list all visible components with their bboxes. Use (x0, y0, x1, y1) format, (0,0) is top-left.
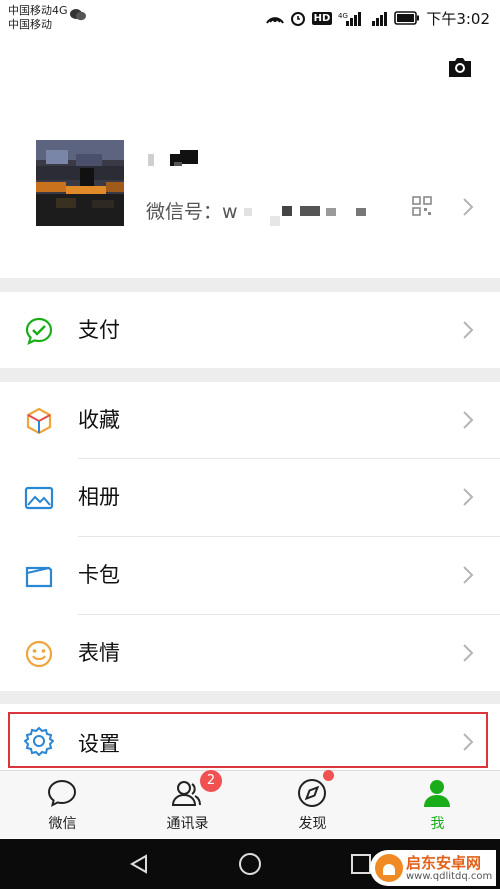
status-bar: 中国移动4G 中国移动 HD 4G 下午3:02 (0, 0, 500, 36)
menu-row-album[interactable]: 相册 (0, 459, 500, 535)
clock-time: 下午3:02 (426, 9, 490, 28)
menu-row-pay[interactable]: 支付 (0, 292, 500, 368)
chevron-right-icon (463, 566, 474, 584)
watermark-url: www.qdlitdq.com (406, 871, 493, 882)
section-divider (0, 690, 500, 704)
wechat-id-label-text: 微信号： (146, 201, 223, 223)
battery-icon (394, 11, 420, 25)
watermark-title: 启东安卓网 (406, 854, 482, 872)
avatar[interactable] (36, 140, 124, 226)
menu-row-stickers[interactable]: 表情 (0, 615, 500, 691)
chevron-right-icon (463, 411, 474, 429)
menu-label-cards: 卡包 (78, 563, 120, 587)
menu-label-album: 相册 (78, 485, 120, 509)
tab-label-contacts: 通讯录 (166, 816, 209, 832)
hotspot-icon (265, 17, 284, 24)
chevron-right-icon (463, 488, 474, 506)
tab-label-chats: 微信 (48, 816, 77, 832)
menu-label-favorites: 收藏 (78, 408, 120, 432)
hd-badge: HD (311, 11, 333, 25)
tab-contacts[interactable]: 通讯录 (125, 771, 250, 839)
tab-label-me: 我 (430, 816, 445, 832)
chat-bubble-icon (47, 779, 77, 807)
settings-highlight-box (8, 712, 488, 768)
camera-icon[interactable] (446, 56, 474, 78)
signal-4g-icon: 4G (338, 12, 362, 26)
wechat-id-label: 微信号：w (146, 197, 238, 224)
section-divider (0, 368, 500, 382)
site-watermark: 启东安卓网 www.qdlitdq.com (370, 850, 496, 886)
album-picture-icon (24, 486, 54, 510)
carrier-info: 中国移动4G 中国移动 (8, 4, 68, 32)
menu-row-favorites[interactable]: 收藏 (0, 382, 500, 458)
recents-icon[interactable] (350, 853, 372, 875)
menu-row-cards[interactable]: 卡包 (0, 537, 500, 613)
me-person-icon (424, 780, 450, 807)
contacts-icon (171, 781, 201, 806)
tab-me[interactable]: 我 (375, 771, 500, 839)
carrier-line-2: 中国移动 (8, 18, 52, 31)
chevron-right-icon (463, 644, 474, 662)
home-icon[interactable] (238, 852, 262, 876)
contacts-unread-badge: 2 (200, 770, 222, 792)
tab-label-discover: 发现 (298, 816, 327, 832)
discover-new-dot (323, 770, 334, 781)
nickname-mosaic (148, 150, 198, 166)
wechat-notification-icon (70, 9, 86, 21)
qr-code-icon[interactable] (412, 196, 432, 216)
wechat-id-mosaic (244, 206, 366, 226)
emoji-smile-icon (25, 640, 53, 668)
carrier-line-1: 中国移动4G (8, 4, 68, 17)
back-icon[interactable] (128, 853, 150, 875)
wechat-pay-icon (25, 317, 53, 346)
compass-icon (298, 779, 326, 807)
card-wallet-icon (25, 566, 53, 588)
alarm-icon (290, 12, 305, 26)
status-icons: HD 4G 下午3:02 (265, 9, 490, 28)
section-divider (0, 278, 500, 292)
tab-discover[interactable]: 发现 (250, 771, 375, 839)
chevron-right-icon (463, 321, 474, 339)
menu-label-pay: 支付 (78, 318, 120, 342)
bottom-tab-bar: 微信 通讯录 发现 我 (0, 770, 500, 838)
menu-label-stickers: 表情 (78, 641, 120, 665)
favorites-cube-icon (26, 407, 52, 435)
profile-chevron-icon (463, 198, 474, 216)
svg-text:4G: 4G (338, 12, 348, 20)
tab-chats[interactable]: 微信 (0, 771, 125, 839)
signal-icon (372, 12, 388, 26)
watermark-logo-icon (375, 854, 403, 882)
